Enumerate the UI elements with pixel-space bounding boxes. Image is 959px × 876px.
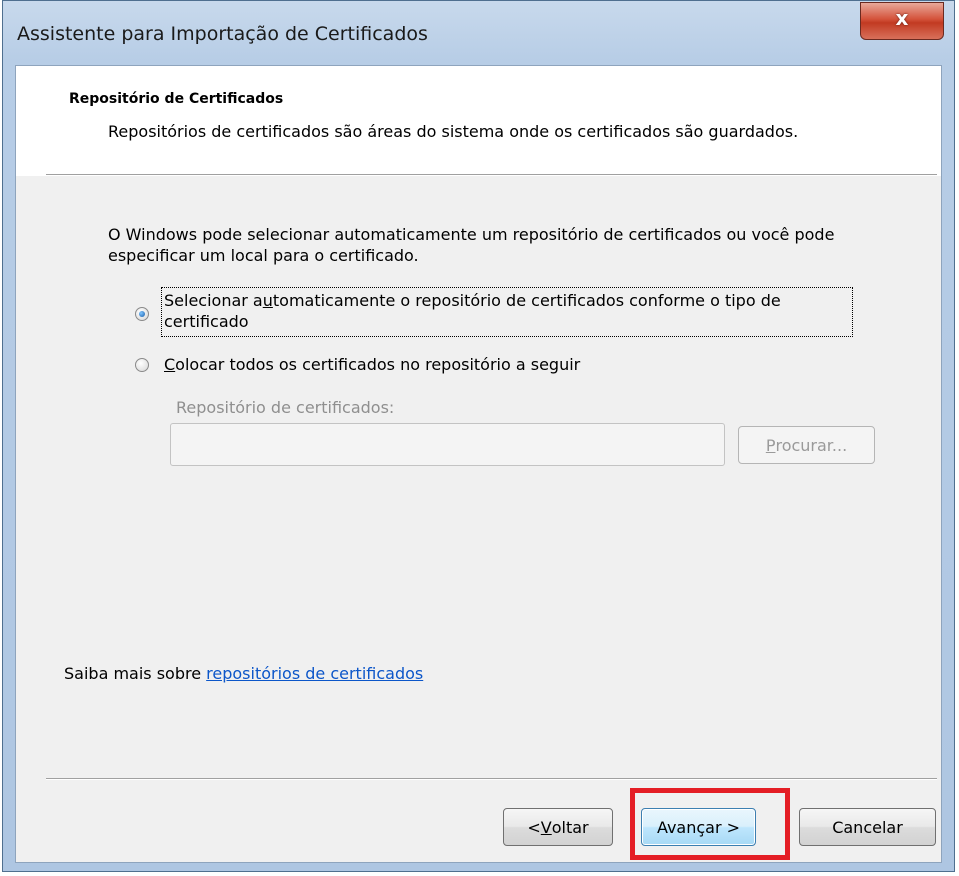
radio-auto-select-label[interactable]: Selecionar automaticamente o repositório…	[164, 290, 844, 332]
store-field-label: Repositório de certificados:	[176, 398, 395, 417]
title-bar: Assistente para Importação de Certificad…	[3, 1, 954, 65]
section-description: Repositórios de certificados são áreas d…	[108, 122, 799, 141]
radio-auto-select[interactable]	[135, 307, 149, 321]
wizard-header: Repositório de Certificados Repositórios…	[16, 66, 941, 176]
wizard-content: Repositório de Certificados Repositórios…	[15, 65, 942, 863]
highlight-annotation	[630, 788, 790, 860]
header-divider	[46, 174, 937, 176]
window-title: Assistente para Importação de Certificad…	[17, 23, 428, 45]
radio-place-in-store-label[interactable]: Colocar todos os certificados no reposit…	[164, 354, 580, 375]
section-title: Repositório de Certificados	[69, 91, 284, 107]
radio-place-in-store[interactable]	[135, 358, 149, 372]
back-button[interactable]: < Voltar	[503, 808, 613, 846]
footer-divider	[46, 778, 937, 780]
cancel-button[interactable]: Cancelar	[799, 808, 936, 846]
browse-button[interactable]: Procurar...	[738, 426, 875, 464]
close-icon: x	[895, 6, 909, 30]
learn-more-text: Saiba mais sobre repositórios de certifi…	[64, 664, 424, 683]
wizard-window: Assistente para Importação de Certificad…	[2, 0, 955, 872]
store-input[interactable]	[170, 423, 725, 466]
close-button[interactable]: x	[860, 2, 944, 40]
learn-more-link[interactable]: repositórios de certificados	[206, 664, 423, 683]
intro-text: O Windows pode selecionar automaticament…	[108, 225, 835, 265]
